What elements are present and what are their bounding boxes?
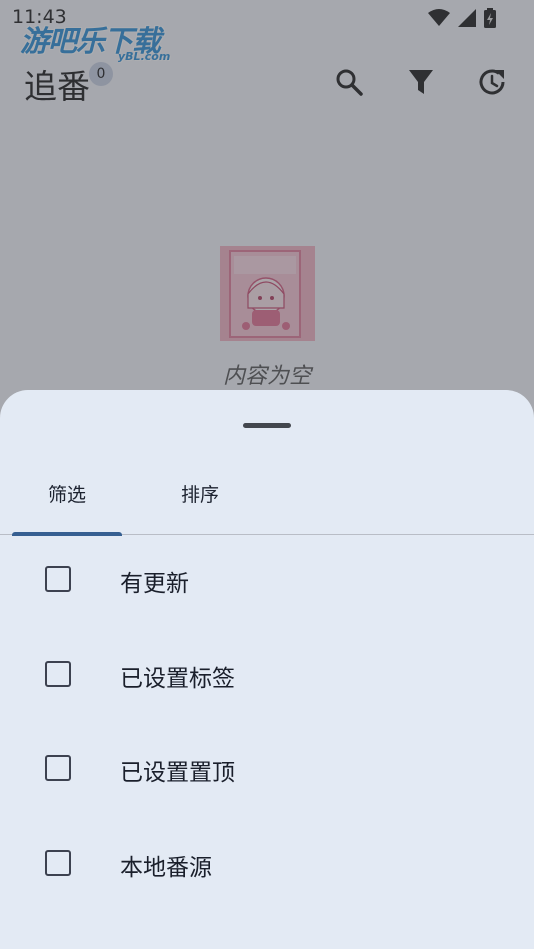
option-label: 已设置标签 [120,666,235,692]
tab-filter-label: 筛选 [47,484,86,506]
tab-sort[interactable]: 排序 [145,468,255,532]
filter-bottom-sheet: 筛选 排序 有更新 已设置标签 已设置置顶 本地番源 [0,390,534,949]
option-local-source[interactable]: 本地番源 [0,818,534,912]
tab-filter[interactable]: 筛选 [12,468,122,532]
option-has-update[interactable]: 有更新 [0,534,534,628]
drag-handle[interactable] [243,423,291,428]
checkbox[interactable] [45,850,71,876]
option-tagged[interactable]: 已设置标签 [0,629,534,723]
option-pinned[interactable]: 已设置置顶 [0,723,534,817]
checkbox[interactable] [45,755,71,781]
option-label: 已设置置顶 [120,760,235,786]
checkbox[interactable] [45,661,71,687]
tab-sort-label: 排序 [180,484,219,506]
option-label: 有更新 [120,571,189,597]
sheet-tabs: 筛选 排序 [0,468,534,536]
option-label: 本地番源 [120,855,212,881]
checkbox[interactable] [45,566,71,592]
